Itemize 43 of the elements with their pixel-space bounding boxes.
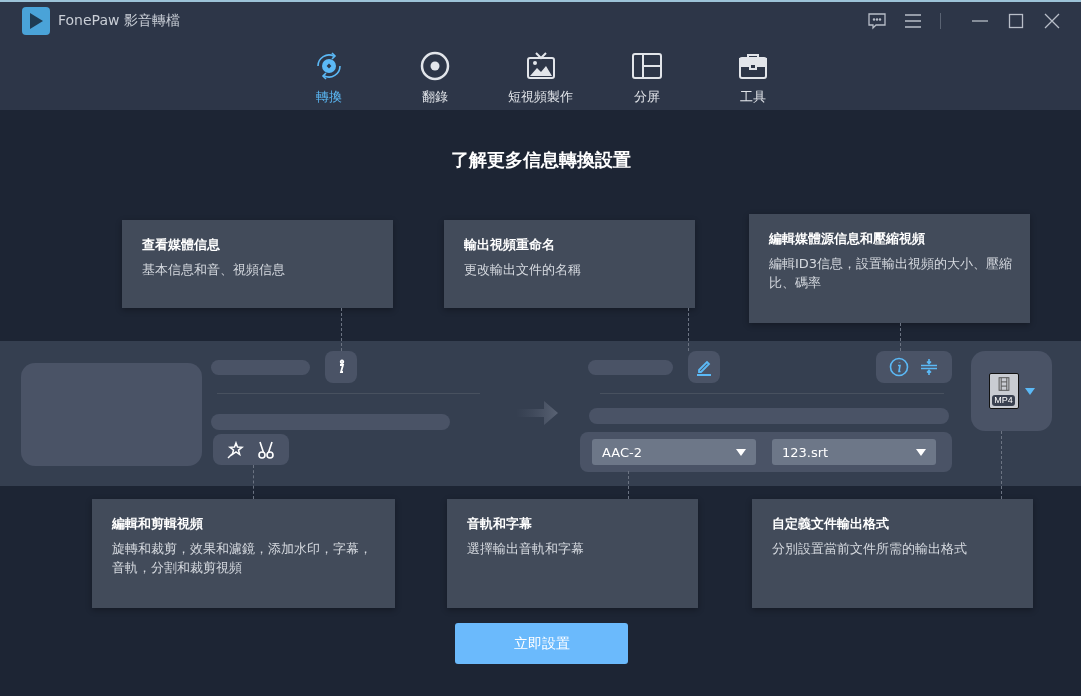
magic-wand-icon[interactable] [226,439,246,460]
nav-tab[interactable]: 短視頻製作 [487,40,594,110]
scissors-icon[interactable] [256,439,276,460]
callout-title: 編輯和剪輯視頻 [112,515,204,533]
nav-tab[interactable]: 轉換 [275,40,382,110]
app-logo [22,7,50,35]
media-tools-group[interactable] [876,351,952,383]
callout-description: 更改輸出文件的名稱 [464,261,582,279]
audio-track-dropdown[interactable]: AAC-2 [592,439,756,465]
rename-button[interactable] [688,351,720,383]
guide-heading: 了解更多信息轉換設置 [449,148,632,172]
leader-line [253,465,254,499]
disc-icon [418,50,451,82]
edit-tools-group[interactable] [213,434,289,465]
caret-icon [916,448,926,456]
split-layout-icon [630,50,663,82]
window-title: FonePaw 影音轉檔 [58,12,180,30]
nav-tab[interactable]: 工具 [699,40,806,110]
film-icon [996,377,1011,391]
callout-title: 自定義文件輸出格式 [772,515,890,533]
tv-icon [524,50,557,82]
output-format-button[interactable]: MP4 [971,351,1052,431]
subtitle-dropdown[interactable]: 123.srt [772,439,936,465]
leader-line [628,471,629,499]
callout-title: 編輯媒體源信息和壓縮視頻 [769,230,926,248]
callout-title: 輸出視頻重命名 [464,236,556,254]
callout-description: 編輯ID3信息，設置輸出視頻的大小、壓縮比、碼率 [769,255,1014,292]
callout-description: 旋轉和裁剪，效果和濾鏡，添加水印，字幕，音軌，分割和裁剪視頻 [112,540,373,577]
callout-description: 基本信息和音、視頻信息 [142,261,286,279]
compress-icon[interactable] [919,357,939,377]
callout-title: 音軌和字幕 [467,515,533,533]
leader-line [1001,431,1002,499]
callout-title: 查看媒體信息 [142,236,221,254]
info-button[interactable] [325,351,357,383]
nav-tab[interactable]: 分屏 [593,40,700,110]
info-icon[interactable] [889,357,909,377]
callout-description: 分別設置當前文件所需的輸出格式 [772,540,968,558]
caret-icon [1024,387,1035,395]
feedback-button[interactable] [866,10,888,32]
callout-description: 選擇輸出音軌和字幕 [467,540,585,558]
format-label: MP4 [992,395,1015,406]
nav-tab[interactable]: 翻錄 [381,40,488,110]
caret-icon [736,448,746,456]
